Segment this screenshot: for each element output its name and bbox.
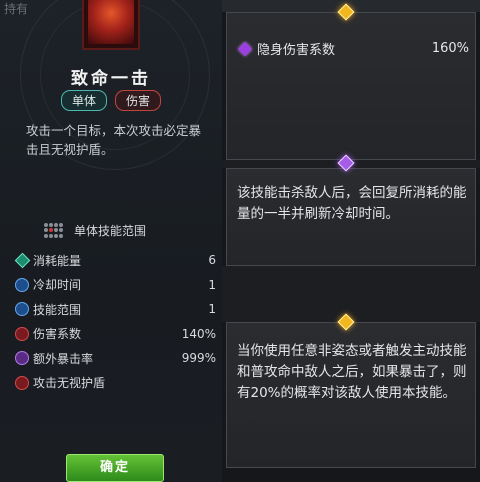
stat-value: 1 — [208, 277, 216, 292]
stat-row: 技能范围 1 — [14, 297, 216, 322]
stealth-damage-value: 160% — [431, 41, 469, 56]
skill-icon — [88, 0, 134, 44]
stat-label: 攻击无视护盾 — [33, 376, 106, 391]
energy-diamond-icon — [14, 252, 30, 269]
skill-range-icon — [14, 301, 30, 317]
tooltip-text: 该技能击杀敌人后，会回复所消耗的能量的一半并刷新冷却时间。 — [237, 185, 467, 222]
stat-label: 消耗能量 — [33, 253, 82, 268]
clipped-header-text: 持有 — [4, 2, 29, 16]
stat-label: 伤害系数 — [33, 327, 82, 342]
tooltip-stealth-damage: 隐身伤害系数 160% — [226, 12, 476, 160]
confirm-button[interactable]: 确定 — [66, 454, 164, 482]
stat-row: 消耗能量 6 — [14, 248, 216, 273]
stat-value: 140% — [181, 326, 216, 341]
tooltip-kill-refresh: 该技能击杀敌人后，会回复所消耗的能量的一半并刷新冷却时间。 — [226, 168, 476, 266]
skill-description: 攻击一个目标，本次攻击必定暴击且无视护盾。 — [26, 123, 202, 157]
stealth-damage-label: 隐身伤害系数 — [257, 43, 336, 58]
skill-info-panel: 持有 致命一击 单体 伤害 攻击一个目标，本次攻击必定暴击且无视护盾。 单体技能… — [0, 0, 222, 482]
skill-detail-screen: 持有 致命一击 单体 伤害 攻击一个目标，本次攻击必定暴击且无视护盾。 单体技能… — [0, 0, 480, 482]
stat-value: 6 — [208, 253, 216, 268]
extra-crit-icon — [14, 350, 30, 366]
background-strip — [222, 266, 480, 322]
stat-value: 1 — [208, 302, 216, 317]
stat-label: 冷却时间 — [33, 278, 82, 293]
damage-coefficient-icon — [14, 326, 30, 342]
skill-tags: 单体 伤害 — [0, 90, 222, 111]
tooltip-column: 隐身伤害系数 160% 该技能击杀敌人后，会回复所消耗的能量的一半并刷新冷却时间… — [222, 0, 480, 482]
tooltip-text: 当你使用任意非姿态或者触发主动技能和普攻命中敌人之后，如果暴击了，则有20%的概… — [237, 343, 467, 401]
stealth-icon — [237, 41, 253, 57]
skill-range: 单体技能范围 — [44, 222, 146, 239]
stat-label: 技能范围 — [33, 302, 82, 317]
stat-row: 伤害系数 140% — [14, 322, 216, 347]
range-grid-icon — [44, 222, 64, 239]
tag-damage: 伤害 — [115, 90, 162, 111]
cooldown-icon — [14, 277, 30, 293]
stat-row: 攻击无视护盾 — [14, 371, 216, 396]
stat-row: 额外暴击率 999% — [14, 346, 216, 371]
tooltip-crit-trigger: 当你使用任意非姿态或者触发主动技能和普攻命中敌人之后，如果暴击了，则有20%的概… — [226, 322, 476, 468]
stealth-damage-row: 隐身伤害系数 160% — [237, 39, 469, 58]
tag-single-target: 单体 — [60, 90, 107, 111]
stat-value: 999% — [181, 351, 216, 366]
stat-label: 额外暴击率 — [33, 351, 94, 366]
ignore-shield-icon — [14, 375, 30, 391]
skill-icon-frame — [82, 0, 140, 50]
skill-stats: 消耗能量 6 冷却时间 1 技能范围 1 伤害系数 140% 额外暴击率 999… — [14, 248, 216, 395]
skill-name: 致命一击 — [71, 69, 151, 89]
stat-row: 冷却时间 1 — [14, 273, 216, 298]
range-label: 单体技能范围 — [74, 224, 147, 238]
